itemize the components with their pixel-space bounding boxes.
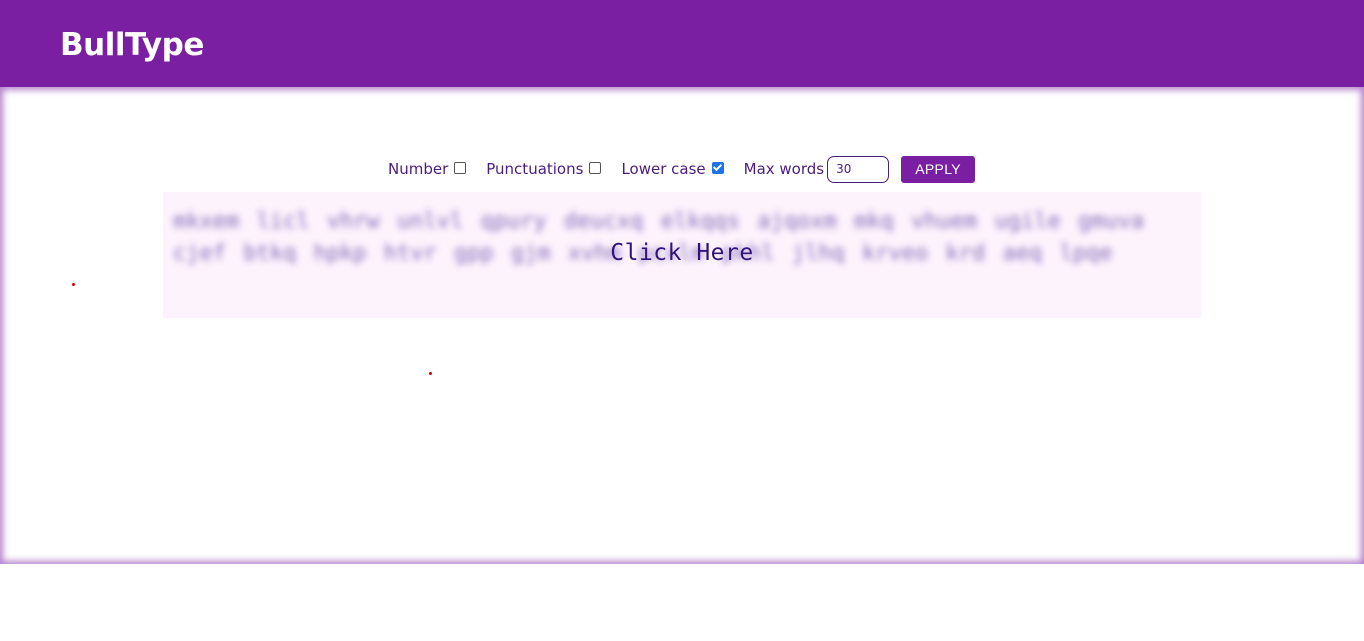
punctuations-label: Punctuations [486,160,584,178]
options-bar: Number Punctuations Lower case Max words… [388,155,976,183]
number-option: Number [388,160,470,178]
click-here-prompt[interactable]: Click Here [163,240,1201,266]
lower-case-option: Lower case [621,160,727,178]
lower-case-label: Lower case [621,160,706,178]
punctuations-option: Punctuations [486,160,605,178]
number-checkbox[interactable] [454,162,467,174]
app-header: BullType [0,0,1364,87]
cursor-marker-dot [429,372,432,375]
app-logo-title[interactable]: BullType [60,26,204,64]
apply-button[interactable]: APPLY [901,155,976,183]
max-words-input[interactable]: 30 [827,155,890,183]
max-words-option: Max words 30 [743,155,890,183]
lower-case-checkbox[interactable] [711,162,724,174]
number-label: Number [388,160,449,178]
typing-area[interactable]: mkxem licl vhrw unlvl qpury deucxq elkqq… [163,192,1201,318]
punctuations-checkbox[interactable] [589,162,602,174]
max-words-label: Max words [743,160,825,178]
cursor-marker-dot [72,283,75,286]
